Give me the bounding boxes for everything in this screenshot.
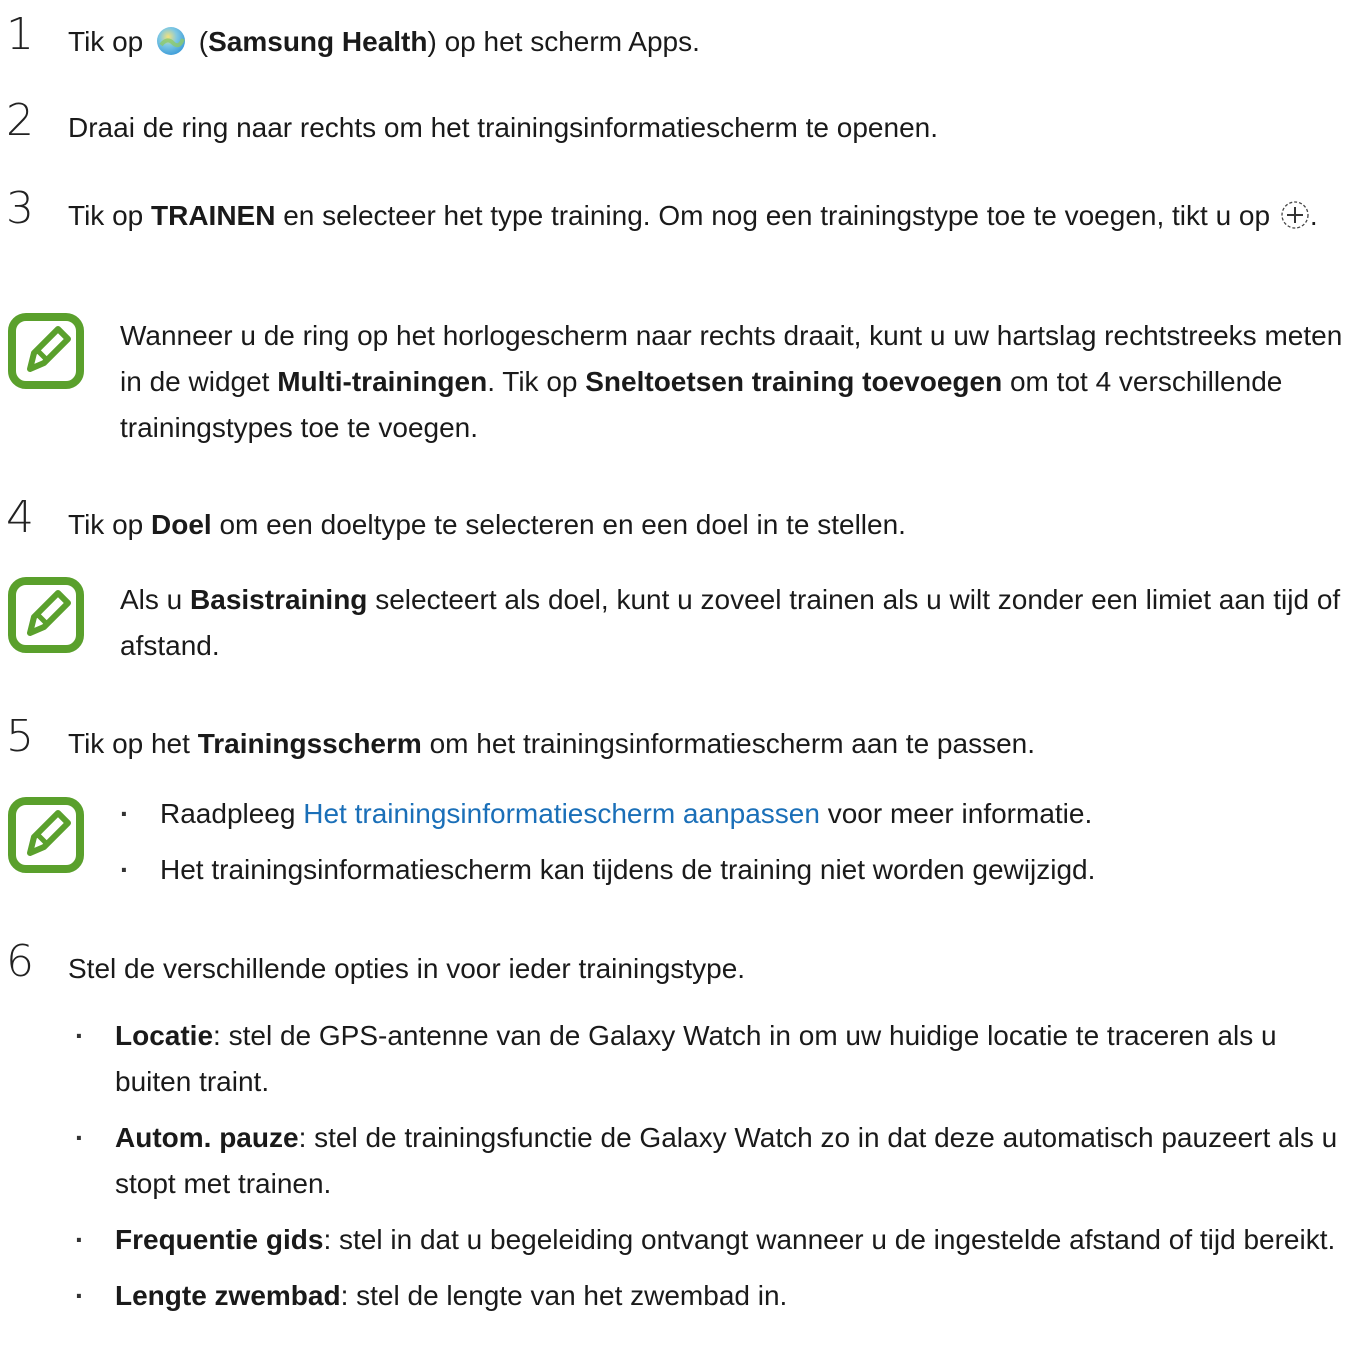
note-bold: Multi-trainingen: [277, 366, 488, 397]
note-pencil-icon: [8, 577, 84, 653]
step-number: 2: [6, 95, 34, 146]
step-text: Tik op het Trainingsscherm om het traini…: [68, 721, 1348, 767]
step-number: 5: [6, 711, 34, 762]
step-number: 6: [6, 936, 34, 987]
note-bold: Sneltoetsen training toevoegen: [585, 366, 1003, 397]
step-bold: Trainingsscherm: [197, 728, 422, 759]
step-bold: TRAINEN: [151, 200, 276, 231]
list-item: Lengte zwembad: stel de lengte van het z…: [75, 1273, 1355, 1319]
step-bold: Doel: [151, 509, 212, 540]
note-bold: Basistraining: [190, 584, 368, 615]
app-name-open: (: [198, 26, 209, 57]
step-number: 4: [6, 492, 34, 543]
step-text: Tik op TRAINEN en selecteer het type tra…: [68, 193, 1338, 239]
option-label: Locatie: [115, 1020, 214, 1051]
manual-page: 1 Tik op (Samsung Health) op het scherm …: [0, 0, 1367, 1361]
note-text-part: . Tik op: [487, 366, 578, 397]
note-text: Wanneer u de ring op het horlogescherm n…: [120, 313, 1350, 451]
note-text-part: Als u: [120, 584, 183, 615]
list-item: Het trainingsinformatiescherm kan tijden…: [120, 847, 1350, 893]
step-text-mid: en selecteer het type training. Om nog e…: [283, 200, 1271, 231]
options-list: Locatie: stel de GPS-antenne van de Gala…: [75, 1013, 1355, 1329]
step-text-pre: Tik op: [68, 26, 144, 57]
step-text: Stel de verschillende opties in voor ied…: [68, 953, 746, 984]
option-label: Frequentie gids: [115, 1224, 324, 1255]
bullet-text: voor meer informatie.: [827, 798, 1093, 829]
note-text: Als u Basistraining selecteert als doel,…: [120, 577, 1350, 669]
step-text-post: om een doeltype te selecteren en een doe…: [219, 509, 906, 540]
step-text-post: om het trainingsinformatiescherm aan te …: [429, 728, 1035, 759]
add-circle-icon: [1281, 200, 1309, 229]
note-bullet-list: Raadpleeg Het trainingsinformatiescherm …: [120, 791, 1350, 903]
app-name-close: ): [427, 26, 437, 57]
option-label: Autom. pauze: [115, 1122, 299, 1153]
step-text-pre: Tik op het: [68, 728, 190, 759]
bullet-text: Raadpleeg: [160, 798, 296, 829]
list-item: Raadpleeg Het trainingsinformatiescherm …: [120, 791, 1350, 837]
step-text: Tik op (Samsung Health) op het scherm Ap…: [68, 19, 1348, 65]
app-name: Samsung Health: [208, 26, 428, 57]
step-text-pre: Tik op: [68, 200, 144, 231]
bullet-text: Het trainingsinformatiescherm kan tijden…: [160, 854, 1096, 885]
link-customize-training-screen[interactable]: Het trainingsinformatiescherm aanpassen: [303, 798, 820, 829]
option-desc: : stel de GPS-antenne van de Galaxy Watc…: [115, 1020, 1277, 1097]
step-text-pre: Tik op: [68, 509, 144, 540]
option-desc: : stel in dat u begeleiding ontvangt wan…: [323, 1224, 1336, 1255]
option-desc: : stel de lengte van het zwembad in.: [340, 1280, 788, 1311]
option-desc: : stel de trainingsfunctie de Galaxy Wat…: [115, 1122, 1338, 1199]
samsung-health-app-icon: [157, 26, 185, 55]
step-text: Tik op Doel om een doeltype te selectere…: [68, 502, 1348, 548]
note-pencil-icon: [8, 313, 84, 389]
step-text-post: .: [1309, 200, 1318, 231]
step-number: 3: [6, 183, 34, 234]
step-number: 1: [6, 9, 34, 60]
list-item: Frequentie gids: stel in dat u begeleidi…: [75, 1217, 1355, 1263]
step-text-post: op het scherm Apps.: [444, 26, 700, 57]
step-text: Draai de ring naar rechts om het trainin…: [68, 112, 938, 143]
list-item: Locatie: stel de GPS-antenne van de Gala…: [75, 1013, 1355, 1105]
list-item: Autom. pauze: stel de trainingsfunctie d…: [75, 1115, 1355, 1207]
note-pencil-icon: [8, 797, 84, 873]
option-label: Lengte zwembad: [115, 1280, 341, 1311]
